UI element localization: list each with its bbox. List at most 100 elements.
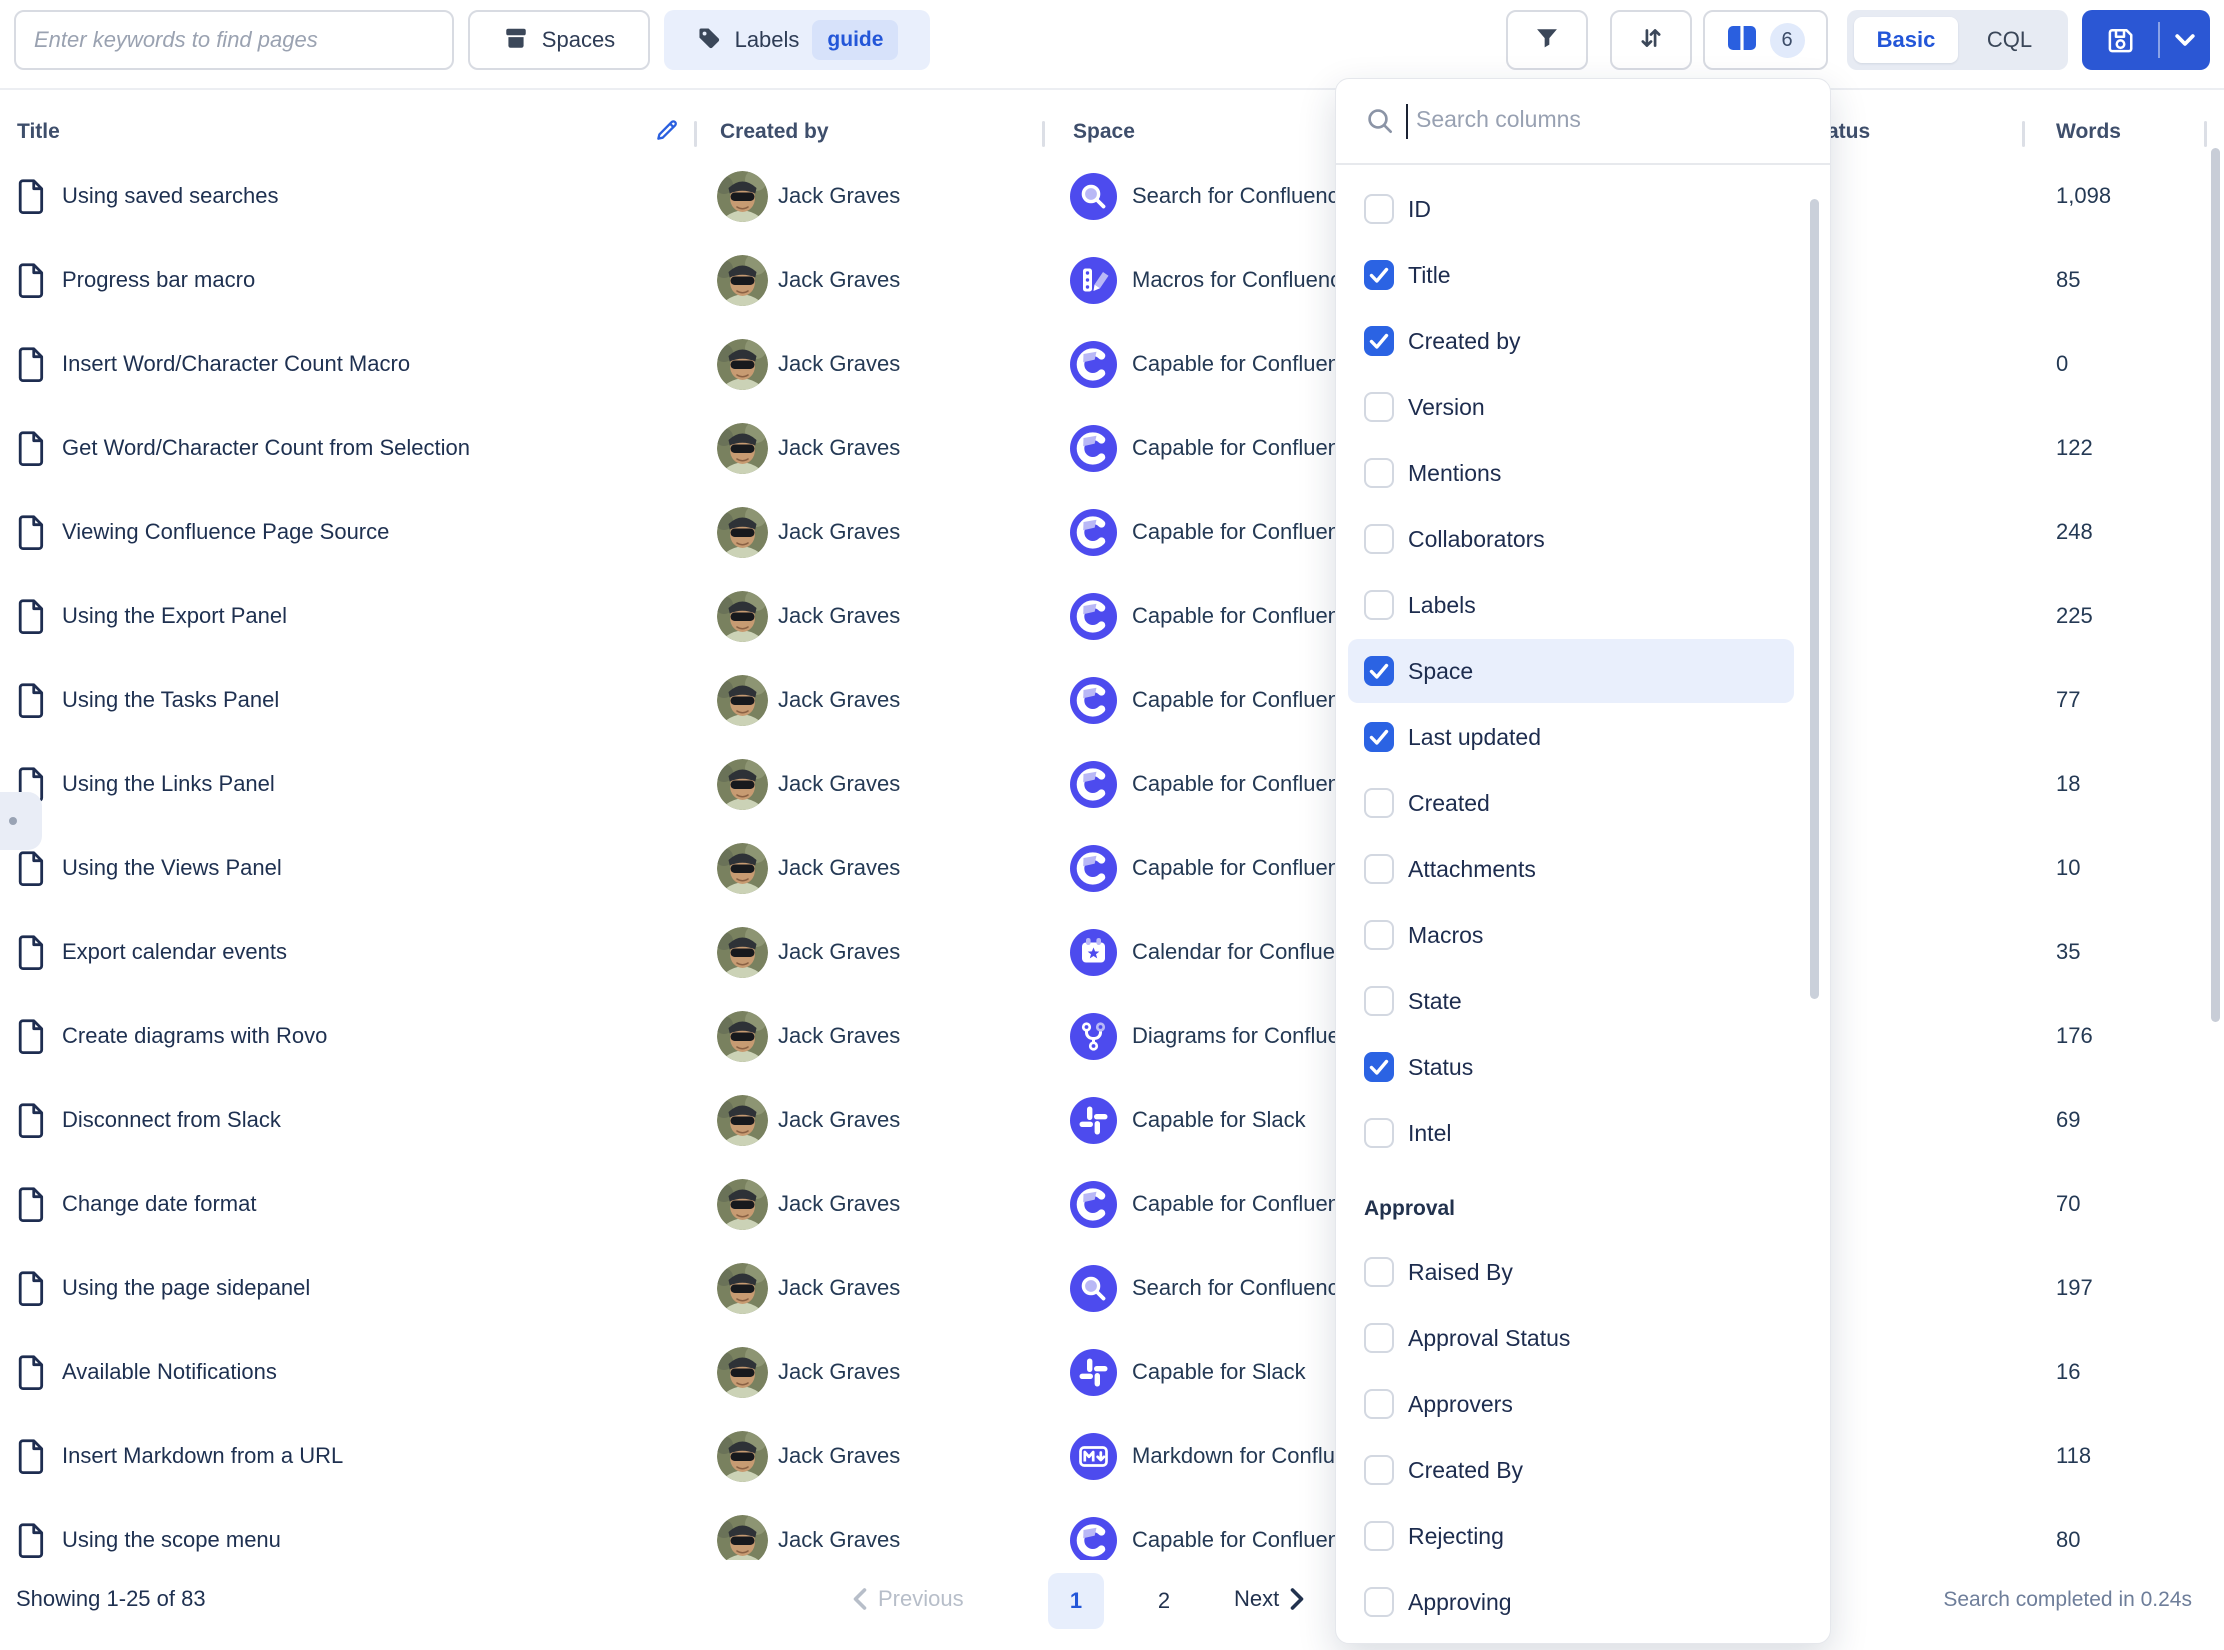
column-option-approval-status[interactable]: Approval Status <box>1336 1305 1830 1371</box>
checkbox-rejecting[interactable] <box>1364 1521 1394 1551</box>
page-title-link[interactable]: Create diagrams with Rovo <box>62 994 327 1078</box>
page-title-link[interactable]: Using the page sidepanel <box>62 1246 310 1330</box>
basic-tab[interactable]: Basic <box>1854 17 1958 63</box>
column-option-space[interactable]: Space <box>1336 638 1830 704</box>
checkbox-version[interactable] <box>1364 392 1394 422</box>
side-drawer-handle[interactable] <box>0 792 42 850</box>
table-row[interactable]: Change date formatJack GravesCapable for… <box>0 1162 2224 1246</box>
labels-button[interactable]: Labels guide <box>664 10 930 70</box>
table-row[interactable]: Available NotificationsJack GravesCapabl… <box>0 1330 2224 1414</box>
column-option-labels[interactable]: Labels <box>1336 572 1830 638</box>
column-option-id[interactable]: ID <box>1336 176 1830 242</box>
checkbox-collaborators[interactable] <box>1364 524 1394 554</box>
column-header-title[interactable]: Title <box>17 120 60 144</box>
column-header-words[interactable]: Words <box>2056 120 2121 144</box>
checkbox-last-updated[interactable] <box>1364 722 1394 752</box>
checkbox-state[interactable] <box>1364 986 1394 1016</box>
table-row[interactable]: Progress bar macroJack GravesMacros for … <box>0 238 2224 322</box>
checkbox-mentions[interactable] <box>1364 458 1394 488</box>
column-option-attachments[interactable]: Attachments <box>1336 836 1830 902</box>
columns-search-field[interactable]: Search columns <box>1336 79 1830 163</box>
search-input[interactable] <box>14 10 454 70</box>
column-option-approving[interactable]: Approving <box>1336 1569 1830 1635</box>
page-title-link[interactable]: Get Word/Character Count from Selection <box>62 406 470 490</box>
column-header-space[interactable]: Space <box>1073 120 1135 144</box>
table-row[interactable]: Insert Markdown from a URLJack GravesMar… <box>0 1414 2224 1498</box>
cql-tab[interactable]: CQL <box>1958 27 2061 53</box>
table-row[interactable]: Insert Word/Character Count MacroJack Gr… <box>0 322 2224 406</box>
spaces-button[interactable]: Spaces <box>468 10 650 70</box>
column-option-created-by[interactable]: Created By <box>1336 1437 1830 1503</box>
checkbox-approvers[interactable] <box>1364 1389 1394 1419</box>
column-option-last-updated[interactable]: Last updated <box>1336 704 1830 770</box>
page-2-button[interactable]: 2 <box>1142 1573 1186 1629</box>
checkbox-title[interactable] <box>1364 260 1394 290</box>
header-separator[interactable] <box>1042 121 1045 147</box>
column-option-title[interactable]: Title <box>1336 242 1830 308</box>
checkbox-labels[interactable] <box>1364 590 1394 620</box>
table-row[interactable]: Viewing Confluence Page SourceJack Grave… <box>0 490 2224 574</box>
table-row[interactable]: Export calendar eventsJack GravesCalenda… <box>0 910 2224 994</box>
column-option-state[interactable]: State <box>1336 968 1830 1034</box>
page-title-link[interactable]: Change date format <box>62 1162 256 1246</box>
checkbox-attachments[interactable] <box>1364 854 1394 884</box>
page-title-link[interactable]: Using the Views Panel <box>62 826 282 910</box>
checkbox-raised-by[interactable] <box>1364 1257 1394 1287</box>
checkbox-space[interactable] <box>1364 656 1394 686</box>
column-option-version[interactable]: Version <box>1336 374 1830 440</box>
column-option-created[interactable]: Created <box>1336 770 1830 836</box>
panel-scrollbar-thumb[interactable] <box>1810 199 1819 999</box>
filter-button[interactable] <box>1506 10 1588 70</box>
column-option-approvers[interactable]: Approvers <box>1336 1371 1830 1437</box>
header-separator[interactable] <box>694 121 697 147</box>
checkbox-created-by[interactable] <box>1364 326 1394 356</box>
table-row[interactable]: Using the Tasks PanelJack GravesCapable … <box>0 658 2224 742</box>
column-option-raised-by[interactable]: Raised By <box>1336 1239 1830 1305</box>
column-option-created-by[interactable]: Created by <box>1336 308 1830 374</box>
page-title-link[interactable]: Disconnect from Slack <box>62 1078 281 1162</box>
column-header-created-by[interactable]: Created by <box>720 120 829 144</box>
page-title-link[interactable]: Using the Export Panel <box>62 574 287 658</box>
chevron-down-icon[interactable] <box>2160 33 2210 47</box>
columns-button[interactable]: 6 <box>1703 10 1828 70</box>
page-title-link[interactable]: Progress bar macro <box>62 238 255 322</box>
checkbox-id[interactable] <box>1364 194 1394 224</box>
page-title-link[interactable]: Insert Word/Character Count Macro <box>62 322 410 406</box>
page-title-link[interactable]: Viewing Confluence Page Source <box>62 490 389 574</box>
checkbox-macros[interactable] <box>1364 920 1394 950</box>
page-title-link[interactable]: Export calendar events <box>62 910 287 994</box>
page-title-link[interactable]: Using the Tasks Panel <box>62 658 279 742</box>
header-separator[interactable] <box>2022 121 2025 147</box>
column-option-rejecting[interactable]: Rejecting <box>1336 1503 1830 1569</box>
page-title-link[interactable]: Using saved searches <box>62 154 278 238</box>
save-icon[interactable] <box>2082 25 2158 55</box>
checkbox-status[interactable] <box>1364 1052 1394 1082</box>
header-separator[interactable] <box>2204 121 2207 147</box>
column-option-intel[interactable]: Intel <box>1336 1100 1830 1166</box>
column-option-collaborators[interactable]: Collaborators <box>1336 506 1830 572</box>
table-row[interactable]: Get Word/Character Count from SelectionJ… <box>0 406 2224 490</box>
table-row[interactable]: Disconnect from SlackJack GravesCapable … <box>0 1078 2224 1162</box>
table-row[interactable]: Using the Export PanelJack GravesCapable… <box>0 574 2224 658</box>
table-row[interactable]: Using the page sidepanelJack GravesSearc… <box>0 1246 2224 1330</box>
page-title-link[interactable]: Using the Links Panel <box>62 742 275 826</box>
checkbox-created-by[interactable] <box>1364 1455 1394 1485</box>
table-row[interactable]: Using saved searchesJack GravesSearch fo… <box>0 154 2224 238</box>
page-title-link[interactable]: Available Notifications <box>62 1330 277 1414</box>
label-chip-guide[interactable]: guide <box>812 20 898 60</box>
column-option-status[interactable]: Status <box>1336 1034 1830 1100</box>
column-option-mentions[interactable]: Mentions <box>1336 440 1830 506</box>
next-page-button[interactable]: Next <box>1234 1586 1305 1612</box>
save-search-button[interactable] <box>2082 10 2210 70</box>
table-row[interactable]: Using the Views PanelJack GravesCapable … <box>0 826 2224 910</box>
checkbox-intel[interactable] <box>1364 1118 1394 1148</box>
table-row[interactable]: Using the Links PanelJack GravesCapable … <box>0 742 2224 826</box>
query-mode-toggle[interactable]: Basic CQL <box>1847 10 2068 70</box>
sort-button[interactable] <box>1610 10 1692 70</box>
edit-pencil-icon[interactable] <box>653 116 681 149</box>
window-scrollbar-thumb[interactable] <box>2211 148 2220 1022</box>
checkbox-approving[interactable] <box>1364 1587 1394 1617</box>
checkbox-approval-status[interactable] <box>1364 1323 1394 1353</box>
table-row[interactable]: Create diagrams with RovoJack GravesDiag… <box>0 994 2224 1078</box>
column-option-macros[interactable]: Macros <box>1336 902 1830 968</box>
